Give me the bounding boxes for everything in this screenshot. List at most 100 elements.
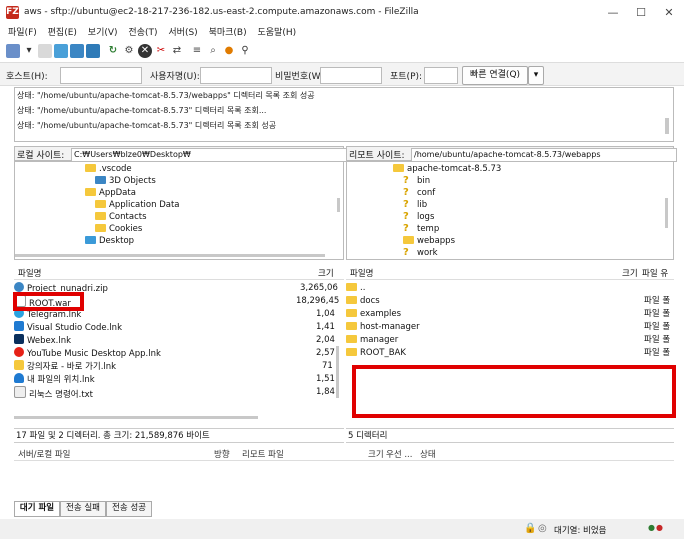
disconnect-icon[interactable]: ✂ bbox=[154, 44, 168, 58]
log-scrollbar[interactable] bbox=[665, 118, 669, 134]
tree-item[interactable]: .vscode bbox=[85, 163, 132, 175]
quickconnect-dropdown-button[interactable]: ▾ bbox=[528, 66, 544, 85]
tree-item[interactable]: AppData bbox=[85, 187, 136, 199]
unknown-folder-icon: ? bbox=[403, 175, 409, 186]
site-manager-icon[interactable] bbox=[6, 44, 20, 58]
menu-file[interactable]: 파일(F) bbox=[8, 26, 37, 40]
remote-status: 5 디렉터리 bbox=[346, 428, 674, 443]
compare-icon[interactable]: ⌕ bbox=[206, 44, 220, 58]
list-item[interactable]: 리눅스 명령어.txt 1,84 bbox=[14, 386, 344, 400]
find-files-icon[interactable]: ⚲ bbox=[238, 44, 252, 58]
local-list-hscrollbar[interactable] bbox=[14, 416, 258, 419]
minimize-button[interactable]: — bbox=[598, 4, 628, 22]
menu-bookmarks[interactable]: 북마크(B) bbox=[209, 26, 247, 40]
unknown-folder-icon: ? bbox=[403, 199, 409, 210]
remote-path-input[interactable]: /home/ubuntu/apache-tomcat-8.5.73/webapp… bbox=[411, 148, 677, 162]
queue-col-size[interactable]: 크기 bbox=[368, 448, 384, 460]
menu-server[interactable]: 서버(S) bbox=[168, 26, 197, 40]
port-input[interactable] bbox=[424, 67, 458, 84]
list-item[interactable]: manager 파일 폴 bbox=[346, 334, 674, 347]
list-item[interactable]: examples 파일 폴 bbox=[346, 308, 674, 321]
queue-col-remote[interactable]: 리모트 파일 bbox=[242, 448, 284, 460]
folder-icon bbox=[346, 335, 357, 343]
list-item[interactable]: host-manager 파일 폴 bbox=[346, 321, 674, 334]
text-file-icon bbox=[14, 386, 26, 398]
log-line: 상태: "/home/ubuntu/apache-tomcat-8.5.73" … bbox=[17, 121, 277, 130]
tab-failed-transfers[interactable]: 전송 실패 bbox=[60, 501, 106, 517]
list-item[interactable]: 내 파일의 위치.lnk 1,51 bbox=[14, 373, 344, 386]
dropdown-arrow-icon[interactable]: ▾ bbox=[22, 44, 36, 58]
3d-objects-icon bbox=[95, 176, 106, 184]
queue-col-server[interactable]: 서버/로컬 파일 bbox=[18, 448, 71, 460]
message-log-icon[interactable] bbox=[38, 44, 52, 58]
transfer-queue-icon[interactable] bbox=[86, 44, 100, 58]
local-site-bar: 로컬 사이트: C:₩Users₩blze0₩Desktop₩ bbox=[14, 146, 347, 162]
cancel-icon[interactable]: ✕ bbox=[138, 44, 152, 58]
process-queue-icon[interactable]: ⚙ bbox=[122, 44, 136, 58]
tree-item[interactable]: Cookies bbox=[95, 223, 142, 235]
menu-view[interactable]: 보기(V) bbox=[88, 26, 118, 40]
local-col-name[interactable]: 파일명 bbox=[18, 267, 41, 279]
menu-edit[interactable]: 편집(E) bbox=[48, 26, 77, 40]
tree-item[interactable]: ? bin bbox=[403, 175, 430, 187]
local-site-label: 로컬 사이트: bbox=[17, 151, 65, 161]
list-item[interactable]: ROOT_BAK 파일 폴 bbox=[346, 347, 674, 360]
username-input[interactable] bbox=[200, 67, 272, 84]
message-log: 상태: "/home/ubuntu/apache-tomcat-8.5.73/w… bbox=[14, 87, 674, 142]
local-list-scrollbar[interactable] bbox=[336, 346, 339, 398]
remote-tree-scrollbar[interactable] bbox=[665, 198, 668, 228]
menu-transfer[interactable]: 전송(T) bbox=[128, 26, 157, 40]
host-input[interactable] bbox=[60, 67, 142, 84]
remote-col-size[interactable]: 크기 bbox=[622, 267, 638, 279]
list-item[interactable]: .. bbox=[346, 282, 674, 295]
tree-item[interactable]: ? work bbox=[403, 247, 438, 259]
queue-col-priority[interactable]: 우선 ... bbox=[386, 448, 412, 460]
tree-item[interactable]: Desktop bbox=[85, 235, 134, 247]
reconnect-icon[interactable]: ⇄ bbox=[170, 44, 184, 58]
remote-site-bar: 리모트 사이트: /home/ubuntu/apache-tomcat-8.5.… bbox=[346, 146, 677, 162]
tree-item[interactable]: ? lib bbox=[403, 199, 427, 211]
unknown-folder-icon: ? bbox=[403, 187, 409, 198]
tree-item[interactable]: ? temp bbox=[403, 223, 439, 235]
remote-col-type[interactable]: 파일 유 bbox=[642, 267, 668, 279]
list-item[interactable]: Visual Studio Code.lnk 1,41 bbox=[14, 321, 344, 334]
local-tree-scrollbar[interactable] bbox=[337, 198, 340, 212]
local-col-size[interactable]: 크기 bbox=[318, 267, 334, 279]
remote-tree-icon[interactable] bbox=[70, 44, 84, 58]
tab-successful-transfers[interactable]: 전송 성공 bbox=[106, 501, 152, 517]
unknown-folder-icon: ? bbox=[403, 223, 409, 234]
filter-icon[interactable]: ≡ bbox=[190, 44, 204, 58]
folder-icon bbox=[346, 322, 357, 330]
quickconnect-button[interactable]: 빠른 연결(Q) bbox=[462, 66, 528, 85]
queue-col-status[interactable]: 상태 bbox=[420, 448, 436, 460]
list-item[interactable]: YouTube Music Desktop App.lnk 2,57 bbox=[14, 347, 344, 360]
vscode-icon bbox=[14, 321, 24, 331]
folder-icon bbox=[346, 283, 357, 291]
queue-col-direction[interactable]: 방향 bbox=[214, 448, 230, 460]
tree-item[interactable]: ? logs bbox=[403, 211, 434, 223]
sync-browse-icon[interactable]: ● bbox=[222, 44, 236, 58]
tree-item[interactable]: webapps bbox=[403, 235, 455, 247]
remote-col-name[interactable]: 파일명 bbox=[350, 267, 373, 279]
password-input[interactable] bbox=[320, 67, 382, 84]
tree-item[interactable]: Application Data bbox=[95, 199, 180, 211]
menu-help[interactable]: 도움말(H) bbox=[257, 26, 296, 40]
tree-item[interactable]: Contacts bbox=[95, 211, 147, 223]
list-item[interactable]: Webex.lnk 2,04 bbox=[14, 334, 344, 347]
tree-item[interactable]: ? conf bbox=[403, 187, 435, 199]
list-item[interactable]: 강의자료 - 바로 가기.lnk 71 bbox=[14, 360, 344, 373]
local-tree-hscrollbar[interactable] bbox=[15, 254, 325, 257]
tab-queued-files[interactable]: 대기 파일 bbox=[14, 501, 60, 517]
local-tree-icon[interactable] bbox=[54, 44, 68, 58]
tree-item[interactable]: 3D Objects bbox=[95, 175, 156, 187]
local-path-input[interactable]: C:₩Users₩blze0₩Desktop₩ bbox=[71, 148, 347, 162]
tree-item[interactable]: apache-tomcat-8.5.73 bbox=[393, 163, 501, 175]
zip-icon bbox=[14, 282, 24, 292]
activity-led-icon: ● bbox=[648, 523, 655, 532]
folder-shortcut-icon bbox=[14, 360, 24, 370]
maximize-button[interactable]: ☐ bbox=[626, 4, 656, 22]
folder-icon bbox=[95, 200, 106, 208]
list-item[interactable]: docs 파일 폴 bbox=[346, 295, 674, 308]
refresh-icon[interactable]: ↻ bbox=[106, 44, 120, 58]
close-button[interactable]: ✕ bbox=[654, 4, 684, 22]
